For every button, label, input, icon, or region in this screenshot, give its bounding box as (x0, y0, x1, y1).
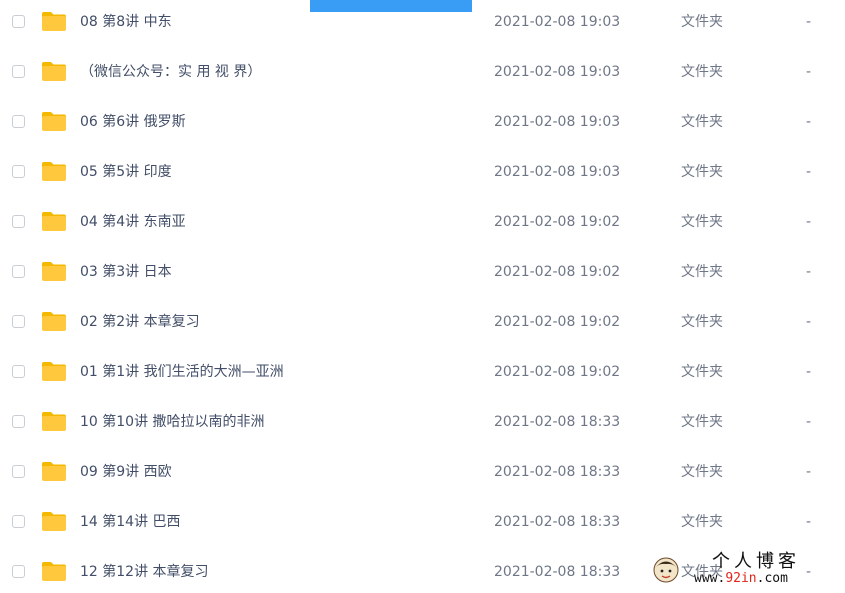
file-row[interactable]: 06 第6讲 俄罗斯 2021-02-08 19:03 文件夹 - (0, 100, 845, 150)
folder-icon[interactable] (41, 161, 67, 182)
file-type: 文件夹 (681, 64, 723, 80)
file-modified-date: 2021-02-08 18:33 (494, 564, 621, 580)
file-modified-date: 2021-02-08 19:02 (494, 214, 621, 230)
file-name[interactable]: 14 第14讲 巴西 (80, 512, 181, 532)
folder-icon[interactable] (41, 211, 67, 232)
file-modified-date: 2021-02-08 19:03 (494, 14, 621, 30)
file-name[interactable]: 12 第12讲 本章复习 (80, 562, 209, 582)
file-list-page: 08 第8讲 中东 2021-02-08 19:03 文件夹 - （微信公众号：实 用 … (0, 0, 845, 593)
file-row[interactable]: 08 第8讲 中东 2021-02-08 19:03 文件夹 - (0, 0, 845, 50)
file-row[interactable]: 05 第5讲 印度 2021-02-08 19:03 文件夹 - (0, 150, 845, 200)
file-name[interactable]: 05 第5讲 印度 (80, 162, 172, 182)
file-size: - (806, 414, 812, 430)
row-checkbox[interactable] (12, 565, 25, 578)
file-size: - (806, 214, 812, 230)
file-size: - (806, 514, 812, 530)
file-type: 文件夹 (681, 114, 723, 130)
folder-icon[interactable] (41, 361, 67, 382)
file-size: - (806, 314, 812, 330)
file-name[interactable]: 09 第9讲 西欧 (80, 462, 172, 482)
watermark-title: 个人博客 (712, 551, 800, 572)
file-name[interactable]: 03 第3讲 日本 (80, 262, 172, 282)
file-type: 文件夹 (681, 514, 723, 530)
file-type: 文件夹 (681, 314, 723, 330)
row-checkbox[interactable] (12, 265, 25, 278)
file-modified-date: 2021-02-08 18:33 (494, 414, 621, 430)
row-checkbox[interactable] (12, 65, 25, 78)
file-type: 文件夹 (681, 264, 723, 280)
file-list: 08 第8讲 中东 2021-02-08 19:03 文件夹 - （微信公众号：实 用 … (0, 0, 845, 593)
file-modified-date: 2021-02-08 19:03 (494, 164, 621, 180)
file-size: - (806, 64, 812, 80)
file-modified-date: 2021-02-08 18:33 (494, 514, 621, 530)
folder-icon[interactable] (41, 461, 67, 482)
file-row[interactable]: （微信公众号：实 用 视 界） 2021-02-08 19:03 文件夹 - (0, 50, 845, 100)
folder-icon[interactable] (41, 61, 67, 82)
file-modified-date: 2021-02-08 18:33 (494, 464, 621, 480)
folder-icon[interactable] (41, 111, 67, 132)
row-checkbox[interactable] (12, 215, 25, 228)
file-name[interactable]: 10 第10讲 撒哈拉以南的非洲 (80, 412, 265, 432)
file-row[interactable]: 10 第10讲 撒哈拉以南的非洲 2021-02-08 18:33 文件夹 - (0, 400, 845, 450)
file-type: 文件夹 (681, 414, 723, 430)
row-checkbox[interactable] (12, 315, 25, 328)
row-checkbox[interactable] (12, 165, 25, 178)
file-size: - (806, 264, 812, 280)
watermark-url-suffix: .com (756, 571, 788, 586)
file-modified-date: 2021-02-08 19:02 (494, 364, 621, 380)
watermark: 个人博客 www.92in.com (650, 549, 840, 589)
file-name[interactable]: 02 第2讲 本章复习 (80, 312, 200, 332)
file-name[interactable]: （微信公众号：实 用 视 界） (80, 62, 261, 82)
folder-icon[interactable] (41, 11, 67, 32)
file-size: - (806, 364, 812, 380)
file-name[interactable]: 08 第8讲 中东 (80, 12, 172, 32)
row-checkbox[interactable] (12, 365, 25, 378)
file-type: 文件夹 (681, 164, 723, 180)
file-row[interactable]: 01 第1讲 我们生活的大洲—亚洲 2021-02-08 19:02 文件夹 - (0, 350, 845, 400)
file-type: 文件夹 (681, 464, 723, 480)
row-checkbox[interactable] (12, 415, 25, 428)
file-name[interactable]: 06 第6讲 俄罗斯 (80, 112, 186, 132)
file-type: 文件夹 (681, 14, 723, 30)
folder-icon[interactable] (41, 511, 67, 532)
row-checkbox[interactable] (12, 465, 25, 478)
file-row[interactable]: 03 第3讲 日本 2021-02-08 19:02 文件夹 - (0, 250, 845, 300)
file-row[interactable]: 04 第4讲 东南亚 2021-02-08 19:02 文件夹 - (0, 200, 845, 250)
file-row[interactable]: 14 第14讲 巴西 2021-02-08 18:33 文件夹 - (0, 500, 845, 550)
file-modified-date: 2021-02-08 19:02 (494, 314, 621, 330)
avatar-icon (653, 557, 679, 583)
file-row[interactable]: 02 第2讲 本章复习 2021-02-08 19:02 文件夹 - (0, 300, 845, 350)
file-type: 文件夹 (681, 214, 723, 230)
folder-icon[interactable] (41, 261, 67, 282)
folder-icon[interactable] (41, 561, 67, 582)
watermark-url-highlight: 92in (725, 571, 757, 586)
file-modified-date: 2021-02-08 19:03 (494, 114, 621, 130)
folder-icon[interactable] (41, 311, 67, 332)
folder-icon[interactable] (41, 411, 67, 432)
file-type: 文件夹 (681, 364, 723, 380)
row-checkbox[interactable] (12, 115, 25, 128)
file-modified-date: 2021-02-08 19:03 (494, 64, 621, 80)
file-size: - (806, 164, 812, 180)
file-name[interactable]: 01 第1讲 我们生活的大洲—亚洲 (80, 362, 284, 382)
watermark-url-prefix: www. (694, 571, 726, 586)
file-modified-date: 2021-02-08 19:02 (494, 264, 621, 280)
file-size: - (806, 114, 812, 130)
row-checkbox[interactable] (12, 515, 25, 528)
file-row[interactable]: 09 第9讲 西欧 2021-02-08 18:33 文件夹 - (0, 450, 845, 500)
file-size: - (806, 14, 812, 30)
file-size: - (806, 464, 812, 480)
file-name[interactable]: 04 第4讲 东南亚 (80, 212, 186, 232)
row-checkbox[interactable] (12, 15, 25, 28)
watermark-url: www.92in.com (694, 572, 788, 586)
